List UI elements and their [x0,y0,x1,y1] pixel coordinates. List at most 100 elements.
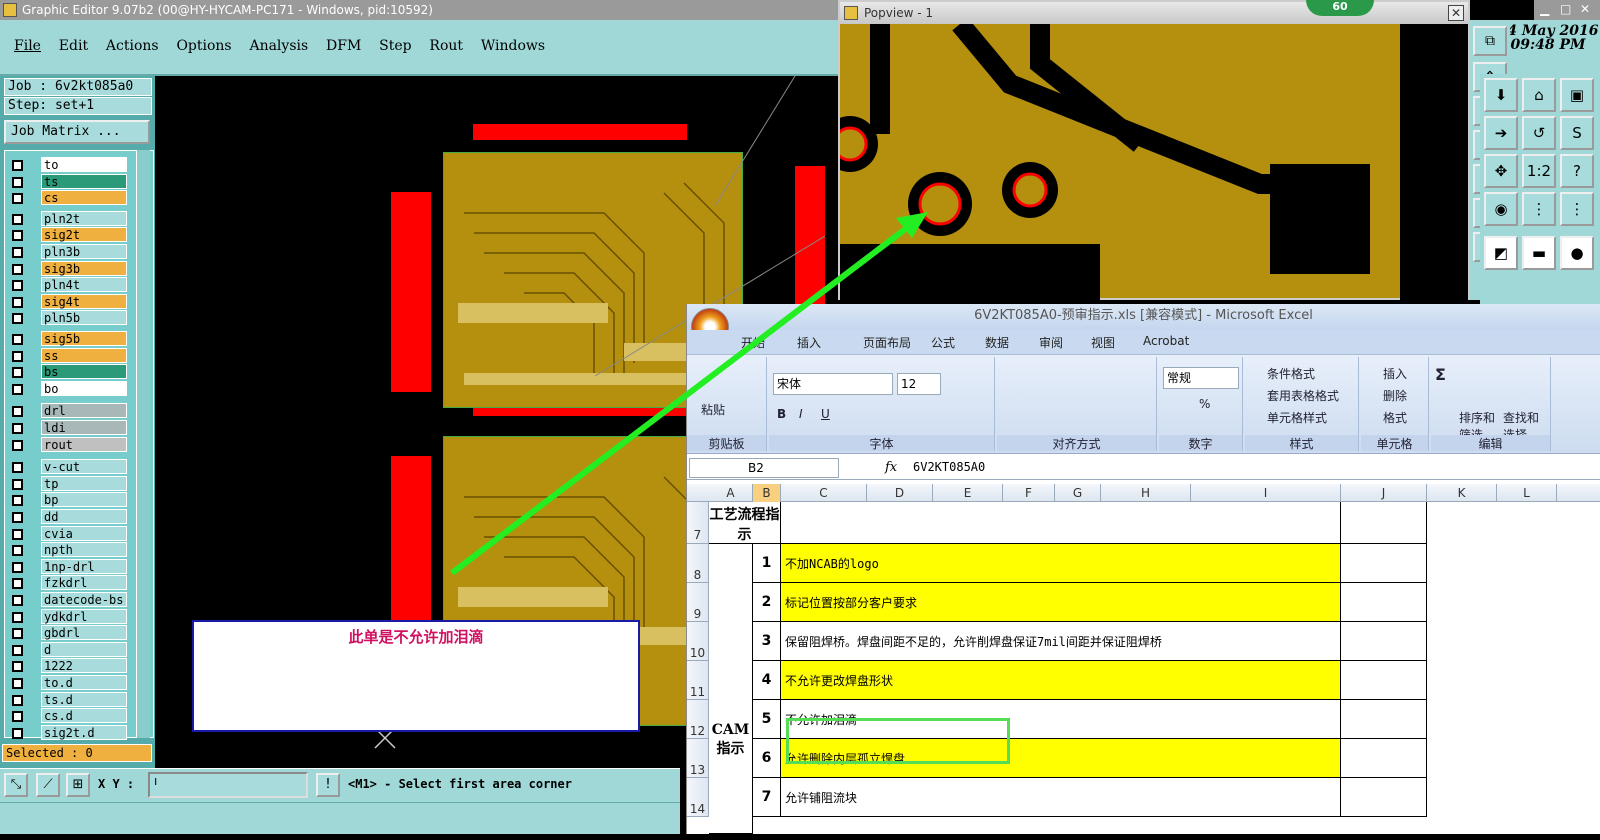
cell-number[interactable]: 5 [753,700,781,739]
arrow-right-icon[interactable]: ➔ [1484,116,1518,150]
cell-empty[interactable] [1341,739,1427,778]
row-header[interactable]: 8 [687,544,709,583]
layer-checkbox[interactable] [12,350,23,362]
layer-name[interactable]: fzkdrl [41,575,127,591]
tab-page-layout[interactable]: 页面布局 [863,334,911,351]
layers-red-icon[interactable]: ⋮ [1522,192,1556,226]
layer-checkbox[interactable] [12,176,23,188]
layer-row[interactable]: 1222 [7,658,127,674]
layer-name[interactable]: v-cut [41,459,127,475]
layer-name[interactable]: to [41,157,127,172]
popview-window[interactable]: Popview - 1 ✕ [838,0,1470,300]
section-cam[interactable]: CAM指示 [709,544,753,834]
column-header[interactable]: L [1497,484,1557,502]
column-header[interactable]: K [1427,484,1497,502]
layer-row[interactable]: sig2t.d [7,724,127,741]
layer-checkbox[interactable] [12,661,23,673]
table-format-button[interactable]: 套用表格格式 [1267,387,1339,404]
layer-checkbox[interactable] [12,711,23,723]
menu-rout[interactable]: Rout [429,38,463,54]
font-name-select[interactable]: 宋体 [773,373,893,395]
menu-dfm[interactable]: DFM [326,38,361,54]
layer-checkbox[interactable] [12,313,23,325]
layer-row[interactable]: sig4t [7,293,127,310]
job-matrix-button[interactable]: Job Matrix ... [4,120,150,144]
layer-checkbox[interactable] [12,727,23,739]
layer-name[interactable]: pln3b [41,244,127,259]
layer-name[interactable]: sig5b [41,331,127,346]
tab-view[interactable]: 视图 [1091,334,1115,351]
dot-icon[interactable]: ● [1560,236,1594,270]
delete-button[interactable]: 删除 [1383,387,1407,404]
column-header[interactable]: A [709,484,753,502]
grid-icon[interactable]: ⊞ [66,773,90,797]
layer-checkbox[interactable] [12,545,23,557]
layer-checkbox[interactable] [12,193,23,205]
layer-checkbox[interactable] [12,213,23,225]
layer-row[interactable]: v-cut [7,459,127,475]
layer-checkbox[interactable] [12,528,23,540]
row-header[interactable]: 13 [687,739,709,778]
layer-checkbox[interactable] [12,230,23,242]
column-header[interactable]: I [1191,484,1341,502]
layer-checkbox[interactable] [12,611,23,623]
column-header[interactable]: H [1101,484,1191,502]
layer-name[interactable]: d [41,641,127,657]
layer-row[interactable]: ss [7,347,127,364]
menu-analysis[interactable]: Analysis [249,38,308,54]
percent-icon[interactable]: % [1199,397,1210,411]
close-icon[interactable]: ✕ [1448,5,1464,21]
cell-number[interactable]: 1 [753,544,781,583]
layer-row[interactable]: gbdrl [7,625,127,641]
cell-instruction[interactable] [781,502,1341,544]
tab-insert[interactable]: 插入 [797,334,821,351]
xy-input[interactable]: ı [148,772,308,798]
layer-row[interactable]: to [7,157,127,173]
layer-name[interactable]: 1np-drl [41,558,127,574]
close-icon[interactable]: ✕ [1580,2,1590,16]
layer-name[interactable]: drl [41,403,127,419]
insert-button[interactable]: 插入 [1383,365,1407,382]
menu-options[interactable]: Options [176,38,231,54]
font-size-select[interactable]: 12 [897,373,941,395]
layer-name[interactable]: pln5b [41,310,127,326]
layer-checkbox[interactable] [12,383,23,395]
cell-empty[interactable] [1341,700,1427,739]
layer-name[interactable]: sig2t.d [41,724,127,740]
layer-row[interactable]: rout [7,436,127,453]
layer-name[interactable]: datecode-bs [41,592,127,607]
cell-empty[interactable] [1341,778,1427,817]
layer-row[interactable]: sig5b [7,331,127,347]
zoom-area-icon[interactable]: ⤡ [4,773,28,797]
layer-name[interactable]: ts [41,173,127,189]
layer-name[interactable]: pln4t [41,277,127,293]
row-header[interactable]: 12 [687,700,709,739]
cell-style-button[interactable]: 单元格样式 [1267,409,1327,426]
cell-number[interactable]: 3 [753,622,781,661]
layer-row[interactable]: ldi [7,420,127,436]
name-box[interactable]: B2 [689,458,839,478]
column-header[interactable]: J [1341,484,1427,502]
layer-name[interactable]: cvia [41,525,127,541]
layer-list[interactable]: to ts cs pln2t sig2t pln3b sig3b pln4t sig4t pln5… [4,150,154,741]
layer-row[interactable]: pln3b [7,244,127,260]
layer-checkbox[interactable] [12,423,23,434]
snake-icon[interactable]: S [1560,116,1594,150]
cell-instruction[interactable]: 标记位置按部分客户要求 [781,583,1341,622]
row-header[interactable]: 11 [687,661,709,700]
cell-number[interactable]: 4 [753,661,781,700]
layer-name[interactable]: cs [41,190,127,206]
layer-checkbox[interactable] [12,462,23,474]
layer-checkbox[interactable] [12,644,23,656]
layer-checkbox[interactable] [12,512,23,523]
move-icon[interactable]: ✥ [1484,154,1518,188]
cell-empty[interactable] [1341,661,1427,700]
layer-row[interactable]: bo [7,380,127,397]
layer-row[interactable]: 1np-drl [7,558,127,575]
layer-checkbox[interactable] [12,561,23,573]
layer-checkbox[interactable] [12,678,23,689]
cell-empty[interactable] [1341,502,1427,544]
layer-row[interactable]: dd [7,509,127,525]
window-icon[interactable]: ⧉ [1473,26,1507,56]
bold-button[interactable]: B [777,407,786,421]
